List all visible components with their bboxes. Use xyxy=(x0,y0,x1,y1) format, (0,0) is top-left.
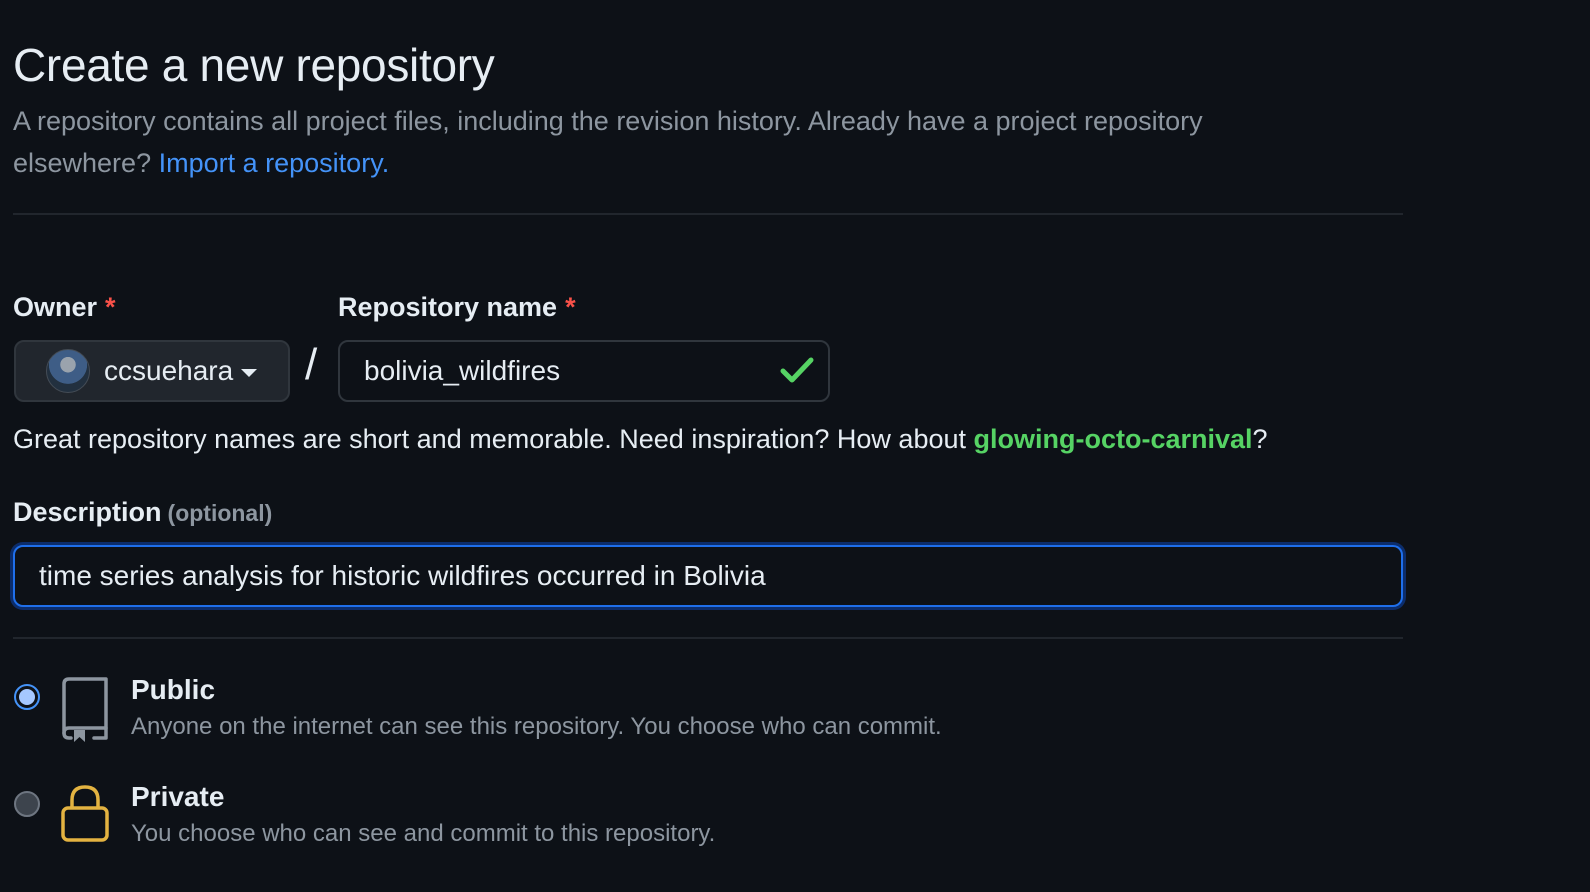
header-divider xyxy=(13,213,1403,215)
hint-suffix: ? xyxy=(1252,424,1268,454)
public-title: Public xyxy=(131,674,216,705)
repo-name-input[interactable] xyxy=(338,340,830,402)
page-title: Create a new repository xyxy=(13,39,495,91)
visibility-divider xyxy=(13,637,1403,639)
repo-name-label: Repository name * xyxy=(338,292,576,323)
public-description: Anyone on the internet can see this repo… xyxy=(131,713,942,740)
owner-label-text: Owner xyxy=(13,292,98,322)
lock-icon xyxy=(61,785,109,842)
description-label-text: Description xyxy=(13,497,162,527)
import-repository-link[interactable]: Import a repository. xyxy=(159,148,390,178)
description-input[interactable] xyxy=(13,545,1403,607)
private-title: Private xyxy=(131,781,225,812)
public-radio[interactable] xyxy=(14,684,40,710)
owner-label: Owner * xyxy=(13,292,116,323)
suggested-name-link[interactable]: glowing-octo-carnival xyxy=(974,424,1253,454)
private-radio[interactable] xyxy=(14,791,40,817)
description-label: Description (optional) xyxy=(13,497,272,528)
caret-down-icon xyxy=(241,369,258,377)
description-optional-text: (optional) xyxy=(167,500,273,526)
check-icon xyxy=(780,357,814,383)
repo-name-label-text: Repository name xyxy=(338,292,558,322)
owner-repo-separator: / xyxy=(305,340,318,389)
create-repo-page: Create a new repository A repository con… xyxy=(0,0,1590,892)
repo-icon xyxy=(62,677,108,742)
owner-select-button[interactable]: ccsuehara xyxy=(14,340,290,402)
repo-name-hint: Great repository names are short and mem… xyxy=(13,424,1268,455)
private-description: You choose who can see and commit to thi… xyxy=(131,820,716,847)
repo-name-required-mark: * xyxy=(565,292,576,322)
avatar xyxy=(46,349,90,393)
page-subtitle: A repository contains all project files,… xyxy=(13,100,1313,184)
owner-required-mark: * xyxy=(105,292,116,322)
owner-name: ccsuehara xyxy=(104,355,234,386)
hint-text: Great repository names are short and mem… xyxy=(13,424,974,454)
